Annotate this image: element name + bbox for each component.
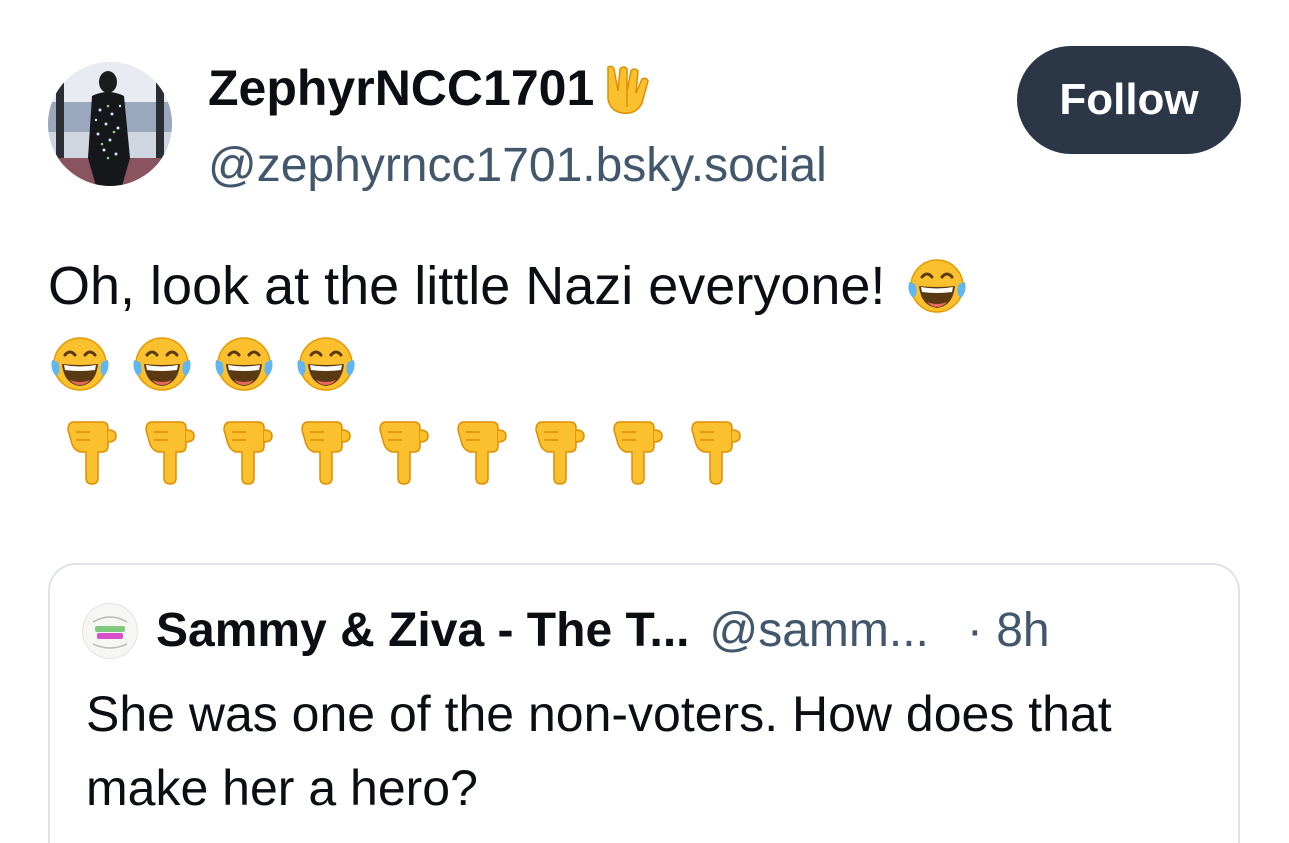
quote-author-avatar[interactable] (82, 603, 138, 659)
laughing-tears-icon (905, 256, 969, 316)
laugh-emoji-row (48, 334, 358, 394)
quoted-post-card[interactable]: Sammy & Ziva - The T... @samm... · 8h Sh… (48, 563, 1240, 843)
pointing-down-icon (530, 416, 590, 486)
post-text-content: Oh, look at the little Nazi everyone! (48, 256, 886, 316)
quote-timestamp[interactable]: · 8h (967, 601, 1050, 661)
vulcan-salute-icon (598, 59, 656, 117)
pointing-down-icon (296, 416, 356, 486)
laughing-tears-icon (294, 334, 358, 394)
laughing-tears-icon (212, 334, 276, 394)
pointing-down-icon (62, 416, 122, 486)
quote-author-name[interactable]: Sammy & Ziva - The T... (156, 601, 689, 661)
author-handle[interactable]: @zephyrncc1701.bsky.social (208, 136, 827, 196)
pointing-down-icon (452, 416, 512, 486)
pointing-down-icon (218, 416, 278, 486)
pointing-down-icon (374, 416, 434, 486)
pointing-down-emoji-row (62, 416, 746, 486)
laughing-tears-icon (48, 334, 112, 394)
author-display-name[interactable]: ZephyrNCC1701 (208, 56, 656, 120)
quote-author-handle[interactable]: @samm... (709, 601, 928, 661)
quote-header: Sammy & Ziva - The T... @samm... · 8h (82, 601, 1050, 661)
quote-text: She was one of the non-voters. How does … (86, 686, 1112, 816)
author-avatar[interactable] (48, 62, 172, 186)
pointing-down-icon (608, 416, 668, 486)
post-text: Oh, look at the little Nazi everyone! (48, 248, 969, 324)
laughing-tears-icon (130, 334, 194, 394)
author-name-text: ZephyrNCC1701 (208, 60, 595, 116)
pointing-down-icon (140, 416, 200, 486)
post: ZephyrNCC1701 @zephyrncc1701.bsky.social… (0, 0, 1289, 843)
follow-button[interactable]: Follow (1017, 46, 1241, 154)
pointing-down-icon (686, 416, 746, 486)
